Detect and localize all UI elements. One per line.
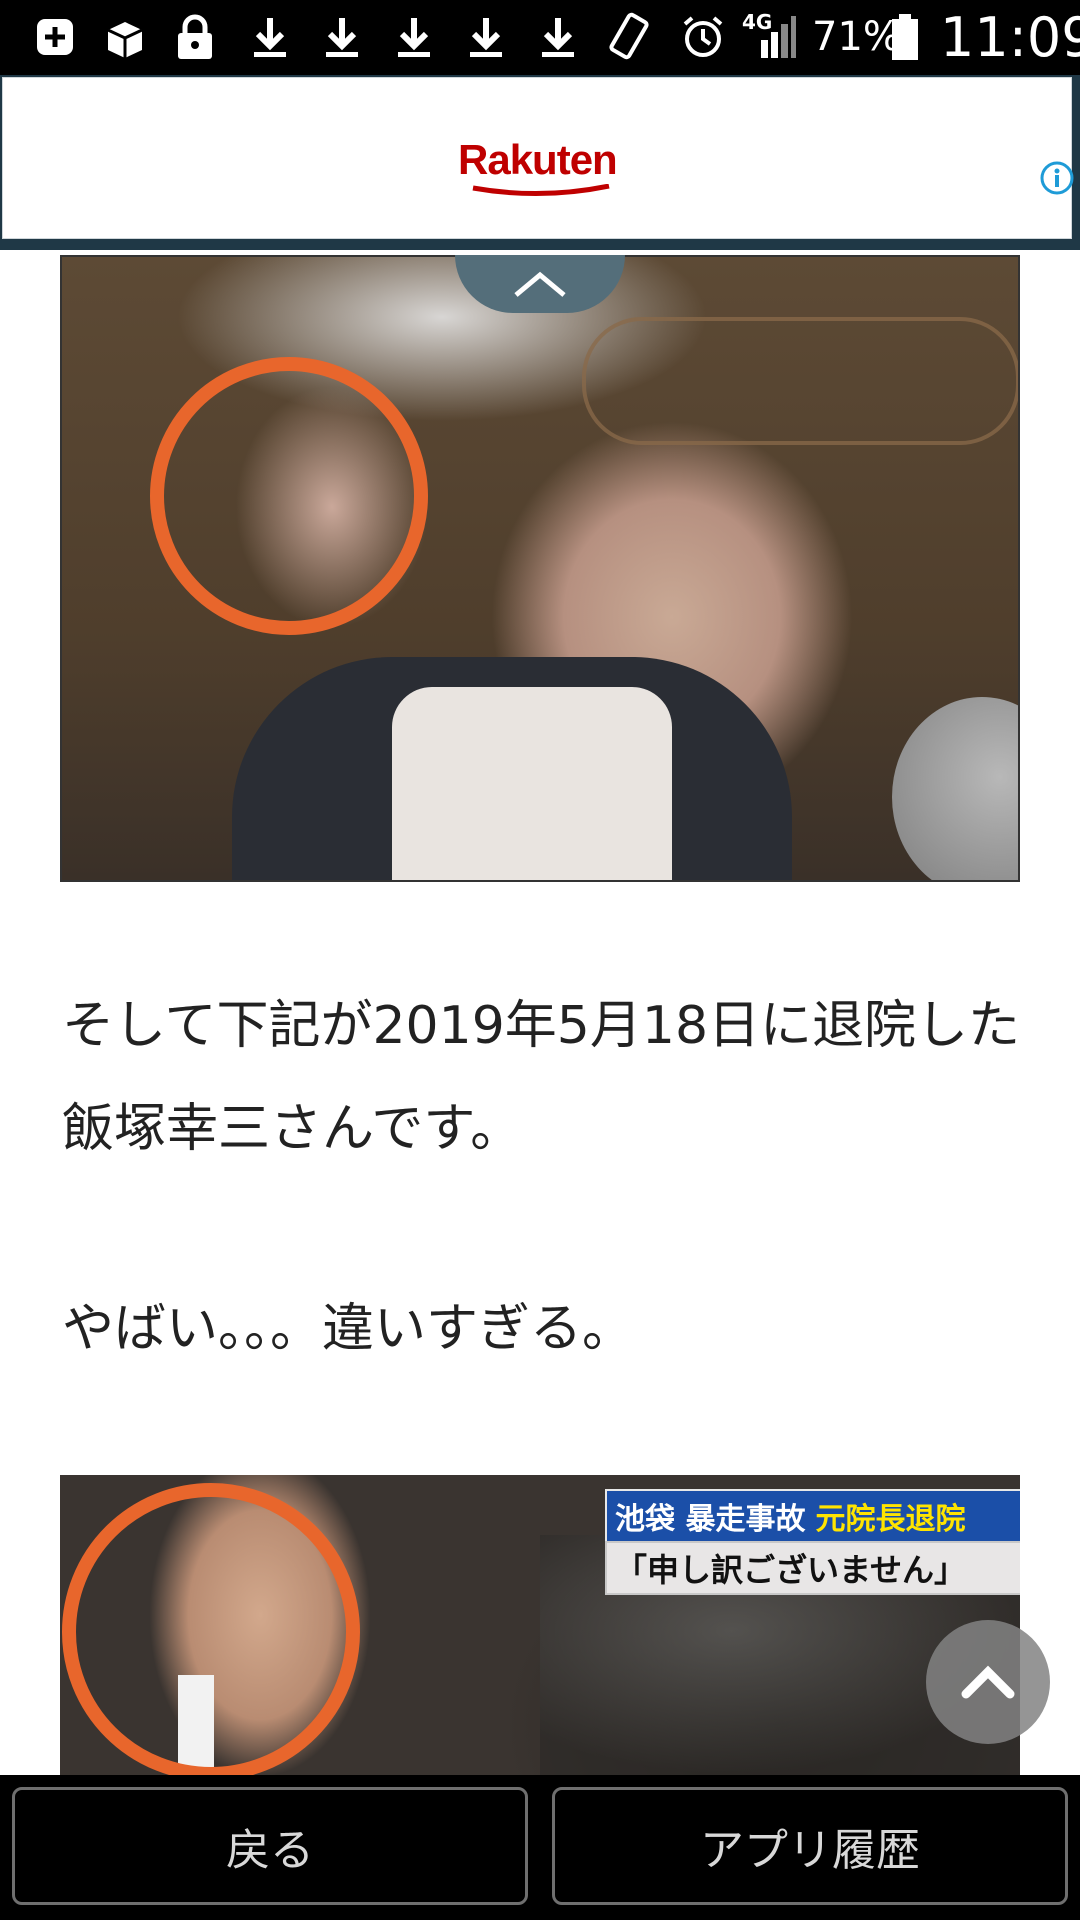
app-history-button[interactable]: アプリ履歴 xyxy=(552,1787,1068,1905)
ad-banner[interactable]: Rakuten xyxy=(0,75,1080,250)
article-image-1 xyxy=(60,255,1020,882)
add-box-icon xyxy=(30,12,80,62)
news-caption-quote: 「申し訳ございません」 xyxy=(605,1541,1020,1595)
download-icon xyxy=(317,12,367,62)
rakuten-swoosh-icon xyxy=(472,184,610,196)
highlight-circle xyxy=(62,1483,360,1775)
news-caption: 池袋 暴走事故 元院長退院 「申し訳ございません」 xyxy=(605,1489,1020,1595)
back-button[interactable]: 戻る xyxy=(12,1787,528,1905)
news-caption-headline: 池袋 暴走事故 元院長退院 xyxy=(605,1489,1020,1541)
alarm-icon xyxy=(678,12,728,62)
download-icon xyxy=(389,12,439,62)
clock: 11:09 xyxy=(940,6,1080,69)
image-detail xyxy=(892,697,1018,880)
package-icon xyxy=(100,12,150,62)
article-image-2: 池袋 暴走事故 元院長退院 「申し訳ございません」 xyxy=(60,1475,1020,1775)
article-paragraph-2: やばい。。。違いすぎる。 xyxy=(62,1299,635,1359)
battery-icon xyxy=(880,12,930,62)
chevron-up-icon xyxy=(961,1665,1015,1699)
article-paragraph-1: そして下記が2019年5月18日に退院した飯塚幸三さんです。 xyxy=(62,996,1021,1159)
info-icon[interactable] xyxy=(1039,160,1075,196)
signal-icon xyxy=(752,12,802,62)
status-bar: 4G 71% 11:09 xyxy=(0,0,1080,75)
ad-content[interactable]: Rakuten xyxy=(2,77,1075,239)
image-detail xyxy=(582,317,1018,445)
rakuten-logo[interactable]: Rakuten xyxy=(458,136,618,184)
scroll-to-top-button[interactable] xyxy=(926,1620,1050,1744)
download-icon xyxy=(245,12,295,62)
lock-icon xyxy=(170,12,220,62)
chevron-up-icon xyxy=(514,271,566,297)
download-icon xyxy=(533,12,583,62)
download-icon xyxy=(461,12,511,62)
bottom-nav: 戻る アプリ履歴 xyxy=(0,1775,1080,1920)
image-detail xyxy=(392,687,672,880)
caption-subtopic: 元院長退院 xyxy=(815,1502,966,1537)
highlight-circle xyxy=(150,357,428,635)
caption-topic: 池袋 暴走事故 xyxy=(615,1502,806,1537)
screen-rotate-icon xyxy=(605,12,655,62)
